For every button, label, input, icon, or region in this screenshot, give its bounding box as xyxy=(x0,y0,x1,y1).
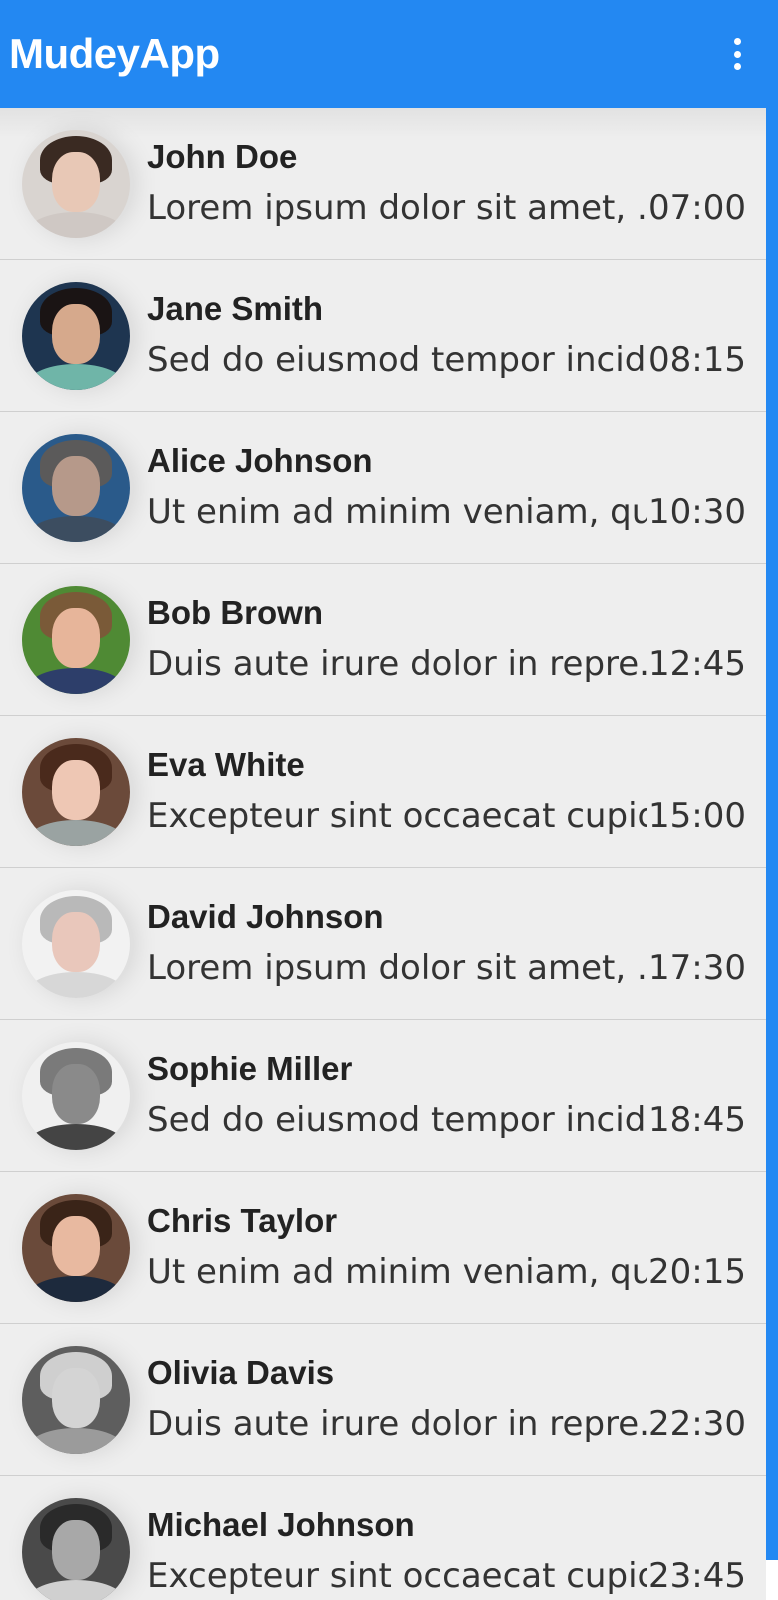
contact-name: Michael Johnson xyxy=(147,1506,415,1543)
menu-dot xyxy=(733,63,741,70)
chat-list-item[interactable]: Michael Johnson Excepteur sint occaecat … xyxy=(0,1476,766,1600)
avatar-face xyxy=(52,1520,100,1580)
contact-name: Eva White xyxy=(147,746,305,783)
chat-list-item[interactable]: Jane Smith Sed do eiusmod tempor incid..… xyxy=(0,260,766,412)
last-message: Ut enim ad minim veniam, qu... xyxy=(147,1252,647,1292)
avatar-face xyxy=(52,1216,100,1276)
chat-list-item[interactable]: John Doe Lorem ipsum dolor sit amet, ...… xyxy=(0,108,766,260)
message-time: 07:00 xyxy=(648,188,746,228)
avatar-shirt xyxy=(28,212,124,238)
scroll-indicator xyxy=(766,108,778,1560)
chat-list-item[interactable]: David Johnson Lorem ipsum dolor sit amet… xyxy=(0,868,766,1020)
avatar[interactable] xyxy=(22,738,130,846)
chat-list-item[interactable]: Bob Brown Duis aute irure dolor in repre… xyxy=(0,564,766,716)
avatar-face xyxy=(52,304,100,364)
chat-list-item[interactable]: Alice Johnson Ut enim ad minim veniam, q… xyxy=(0,412,766,564)
message-time: 17:30 xyxy=(648,948,746,988)
menu-dot xyxy=(733,50,741,58)
contact-name: David Johnson xyxy=(147,898,384,935)
chat-list-item[interactable]: Sophie Miller Sed do eiusmod tempor inci… xyxy=(0,1020,766,1172)
contact-name: Jane Smith xyxy=(147,290,324,327)
avatar-face xyxy=(52,456,100,516)
avatar-face xyxy=(52,152,100,212)
contact-name: Chris Taylor xyxy=(147,1202,338,1239)
avatar[interactable] xyxy=(22,130,130,238)
last-message: Sed do eiusmod tempor incid... xyxy=(147,340,647,380)
avatar-shirt xyxy=(28,1428,124,1454)
avatar-shirt xyxy=(28,364,124,390)
avatar-shirt xyxy=(28,668,124,694)
app-title: MudeyApp xyxy=(9,30,220,77)
last-message: Lorem ipsum dolor sit amet, ... xyxy=(147,188,647,228)
chat-list-item[interactable]: Chris Taylor Ut enim ad minim veniam, qu… xyxy=(0,1172,766,1324)
last-message: Lorem ipsum dolor sit amet, ... xyxy=(147,948,647,988)
menu-dot xyxy=(733,38,741,45)
more-vert-icon[interactable] xyxy=(722,34,752,74)
avatar-face xyxy=(52,608,100,668)
avatar-shirt xyxy=(28,1124,124,1150)
last-message: Excepteur sint occaecat cupid... xyxy=(147,796,647,836)
message-time: 23:45 xyxy=(648,1556,746,1596)
avatar-face xyxy=(52,760,100,820)
message-time: 08:15 xyxy=(648,340,746,380)
avatar[interactable] xyxy=(22,1194,130,1302)
last-message: Duis aute irure dolor in repre... xyxy=(147,1404,647,1444)
chat-list[interactable]: John Doe Lorem ipsum dolor sit amet, ...… xyxy=(0,108,766,1600)
message-time: 18:45 xyxy=(648,1100,746,1140)
avatar[interactable] xyxy=(22,282,130,390)
avatar-face xyxy=(52,912,100,972)
avatar-shirt xyxy=(28,1580,124,1600)
contact-name: Alice Johnson xyxy=(147,442,373,479)
message-time: 15:00 xyxy=(648,796,746,836)
avatar-shirt xyxy=(28,972,124,998)
avatar-shirt xyxy=(28,1276,124,1302)
avatar[interactable] xyxy=(22,1498,130,1600)
avatar[interactable] xyxy=(22,1346,130,1454)
message-time: 10:30 xyxy=(648,492,746,532)
last-message: Duis aute irure dolor in repre... xyxy=(147,644,647,684)
chat-list-item[interactable]: Eva White Excepteur sint occaecat cupid.… xyxy=(0,716,766,868)
contact-name: Sophie Miller xyxy=(147,1050,353,1087)
last-message: Excepteur sint occaecat cupid... xyxy=(147,1556,647,1596)
avatar[interactable] xyxy=(22,1042,130,1150)
contact-name: John Doe xyxy=(147,138,298,175)
avatar[interactable] xyxy=(22,890,130,998)
avatar-shirt xyxy=(28,820,124,846)
avatar-shirt xyxy=(28,516,124,542)
message-time: 20:15 xyxy=(648,1252,746,1292)
avatar-face xyxy=(52,1064,100,1124)
chat-list-screen: MudeyApp John Doe Lorem ipsum dolor sit … xyxy=(0,0,778,1600)
contact-name: Bob Brown xyxy=(147,594,323,631)
message-time: 12:45 xyxy=(648,644,746,684)
avatar[interactable] xyxy=(22,434,130,542)
last-message: Ut enim ad minim veniam, qu... xyxy=(147,492,647,532)
contact-name: Olivia Davis xyxy=(147,1354,335,1391)
message-time: 22:30 xyxy=(648,1404,746,1444)
last-message: Sed do eiusmod tempor incid... xyxy=(147,1100,647,1140)
app-bar: MudeyApp xyxy=(0,0,778,108)
avatar[interactable] xyxy=(22,586,130,694)
avatar-face xyxy=(52,1368,100,1428)
chat-list-item[interactable]: Olivia Davis Duis aute irure dolor in re… xyxy=(0,1324,766,1476)
